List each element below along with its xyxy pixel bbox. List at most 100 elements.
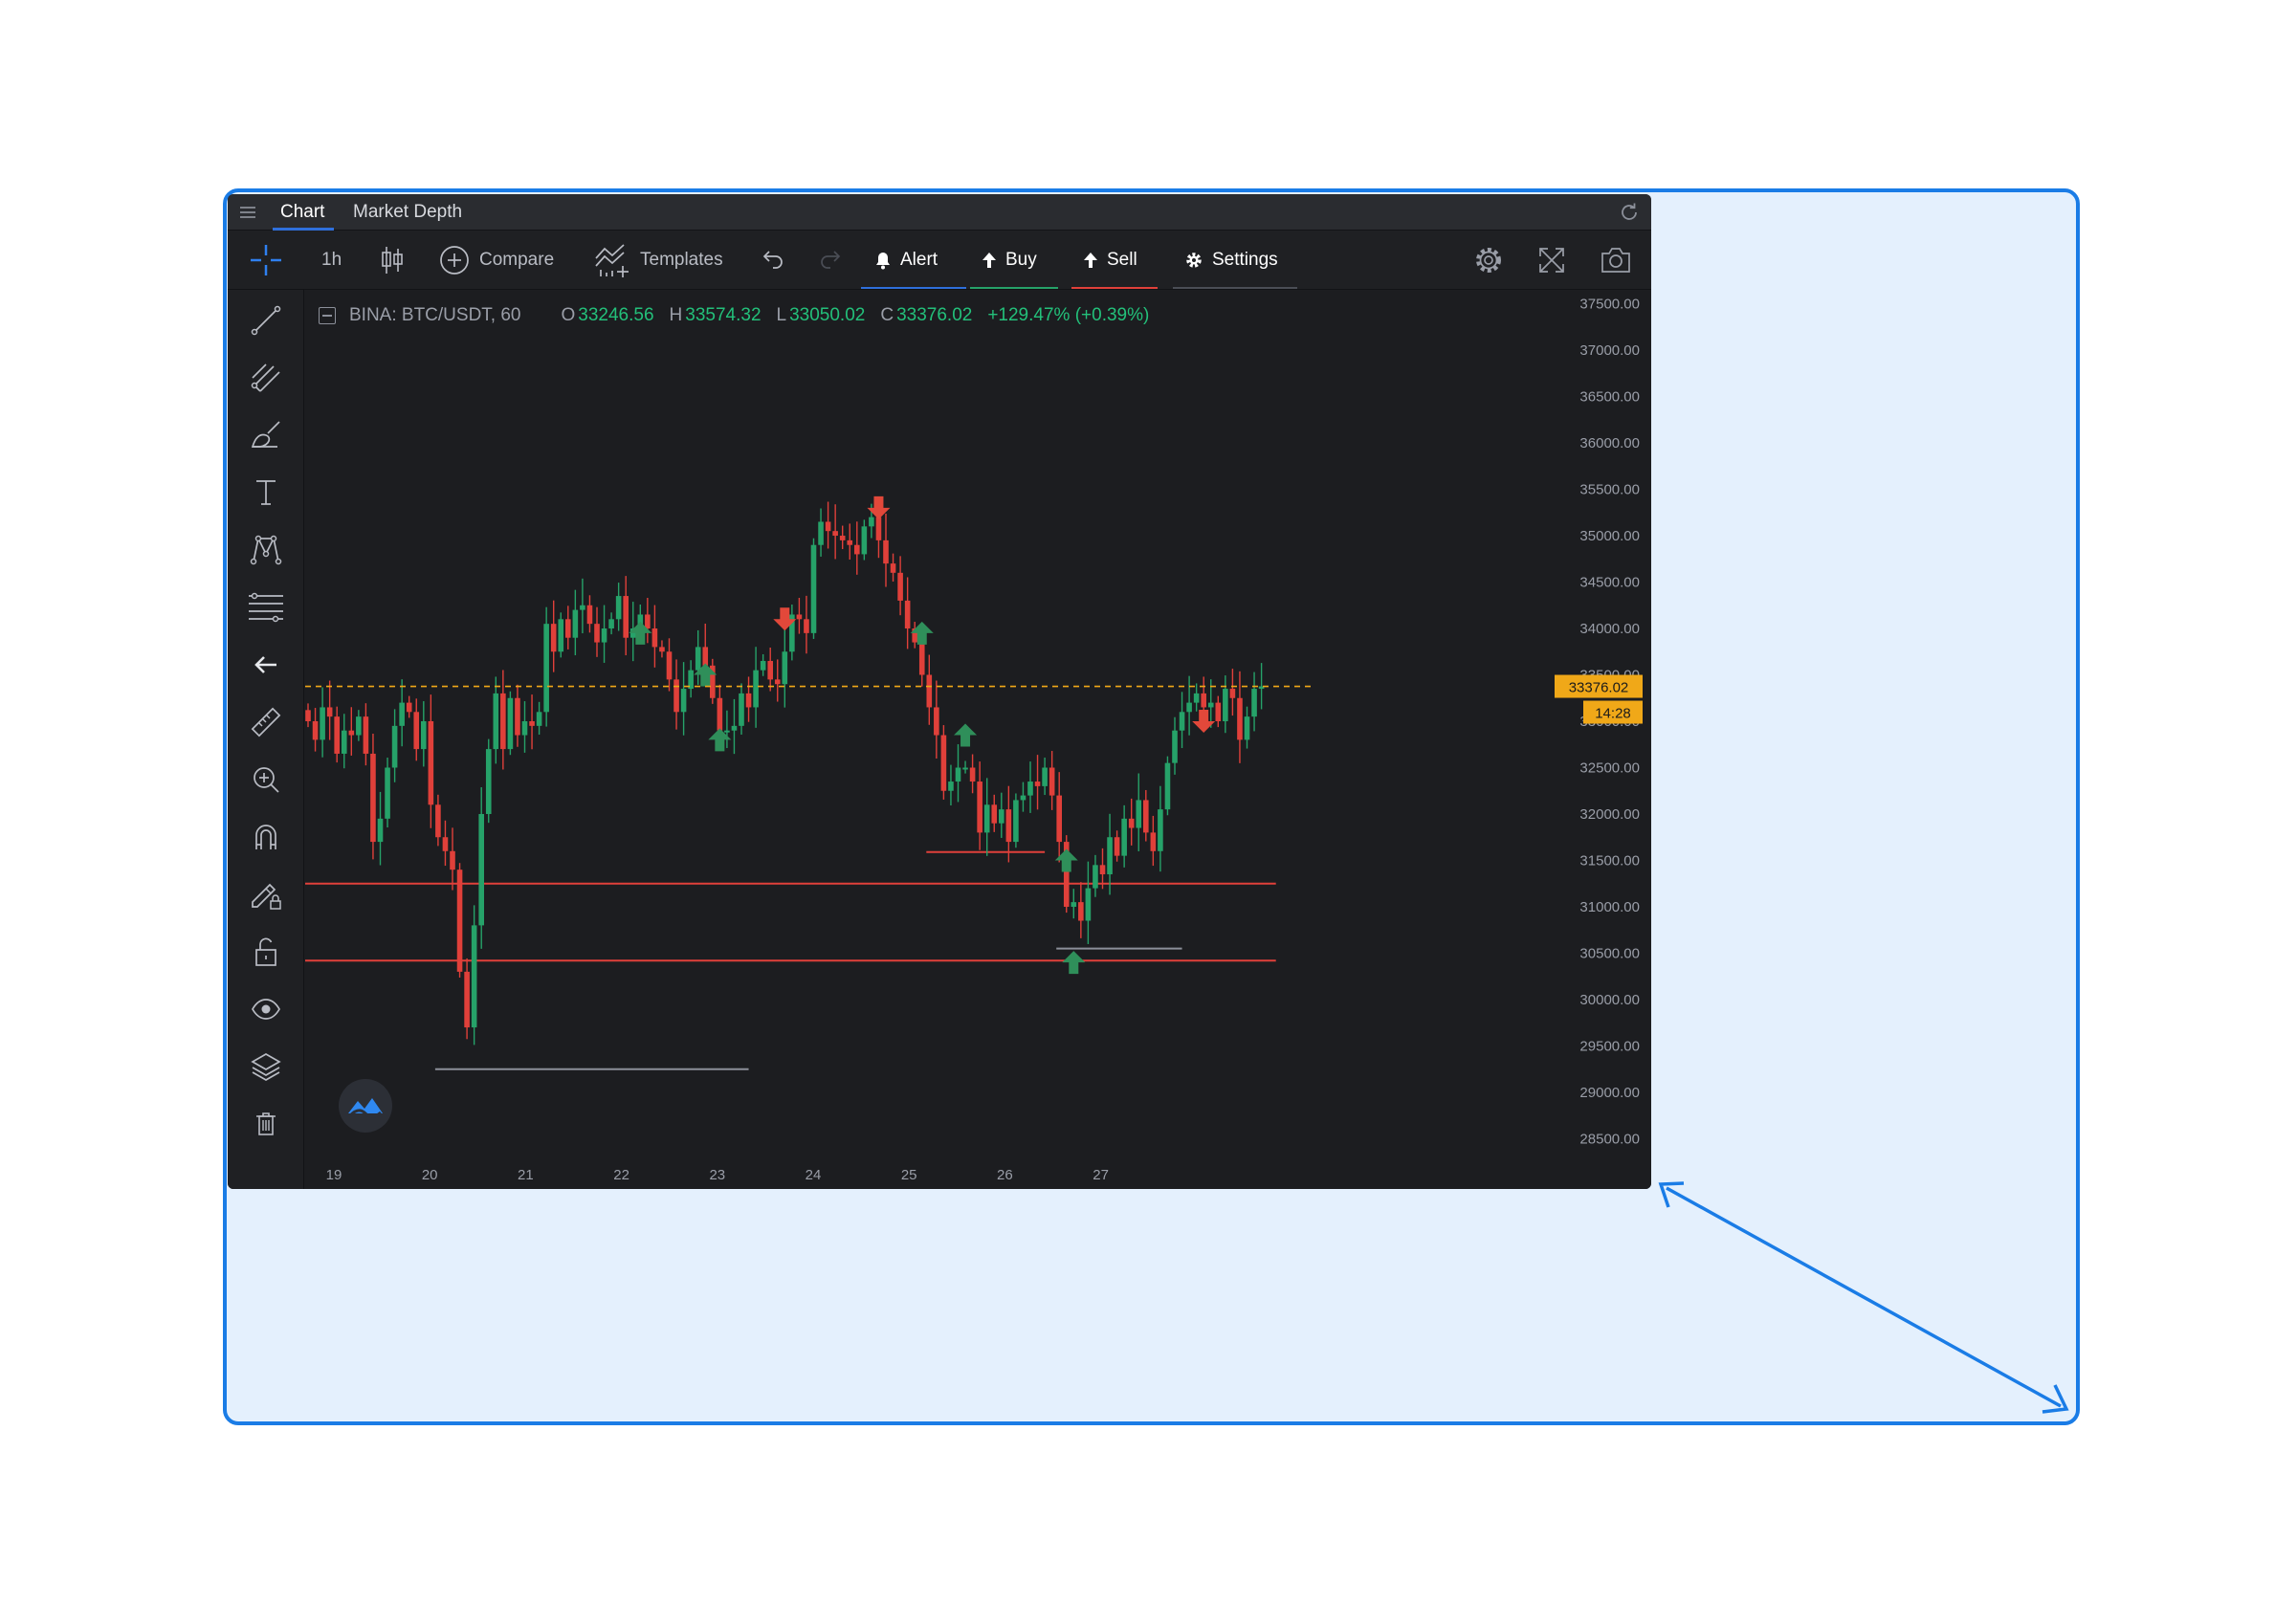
candle-up[interactable]	[1020, 781, 1027, 812]
candle-down[interactable]	[804, 595, 809, 654]
candle-up[interactable]	[1186, 675, 1192, 736]
buy-button[interactable]: Buy	[982, 231, 1037, 290]
candle-down[interactable]	[413, 698, 420, 761]
back-button[interactable]	[247, 646, 285, 684]
candle-up[interactable]	[536, 701, 542, 736]
pitchfork-tool[interactable]	[247, 359, 285, 397]
candle-down[interactable]	[890, 553, 896, 582]
candle-down[interactable]	[348, 707, 355, 756]
candle-down[interactable]	[1150, 815, 1157, 867]
candle-down[interactable]	[1237, 671, 1243, 763]
candle-up[interactable]	[391, 709, 398, 782]
candle-up[interactable]	[601, 605, 607, 663]
candle-down[interactable]	[796, 598, 803, 634]
candle-up[interactable]	[1179, 692, 1185, 749]
candle-down[interactable]	[594, 606, 600, 657]
lock-drawing-tool[interactable]	[247, 875, 285, 914]
candle-down[interactable]	[464, 958, 470, 1040]
candle-down[interactable]	[651, 605, 658, 668]
candle-down[interactable]	[897, 556, 903, 616]
candle-down[interactable]	[565, 605, 571, 649]
fullscreen-button[interactable]	[1536, 231, 1567, 290]
candle-down[interactable]	[550, 600, 557, 672]
candle-up[interactable]	[724, 710, 730, 749]
candle-down[interactable]	[450, 827, 455, 891]
candle-up[interactable]	[543, 606, 549, 727]
candle-down[interactable]	[940, 725, 947, 800]
pattern-tool[interactable]	[247, 531, 285, 569]
sell-marker[interactable]	[1192, 710, 1216, 733]
candle-up[interactable]	[493, 676, 499, 764]
candle-down[interactable]	[969, 754, 976, 794]
chart-type-button[interactable]	[379, 231, 406, 290]
price-chart[interactable]: 37500.00 37000.00 36500.00 36000.00 35500.00…	[305, 290, 1651, 1189]
candle-down[interactable]	[1229, 669, 1236, 716]
candle-down[interactable]	[659, 640, 665, 658]
interval-button[interactable]: 1h	[321, 231, 342, 290]
visibility-tool[interactable]	[247, 990, 285, 1028]
candle-down[interactable]	[745, 676, 752, 722]
unlock-tool[interactable]	[247, 933, 285, 971]
candle-down[interactable]	[442, 820, 449, 867]
collapse-legend-icon[interactable]	[319, 307, 336, 324]
settings-text-button[interactable]: Settings	[1184, 231, 1278, 290]
candle-up[interactable]	[999, 792, 1004, 838]
candle-up[interactable]	[1013, 793, 1019, 848]
candle-down[interactable]	[645, 598, 651, 644]
candle-down[interactable]	[883, 513, 889, 587]
crosshair-tool[interactable]	[247, 231, 285, 290]
candle-down[interactable]	[710, 658, 716, 704]
candle-up[interactable]	[962, 760, 968, 774]
candle-down[interactable]	[774, 659, 781, 702]
measure-tool[interactable]	[247, 703, 285, 741]
candle-down[interactable]	[305, 703, 311, 728]
candle-up[interactable]	[1085, 861, 1092, 944]
candle-down[interactable]	[1056, 772, 1062, 863]
chart-settings-button[interactable]	[1472, 231, 1505, 290]
candle-down[interactable]	[435, 794, 441, 847]
candle-down[interactable]	[847, 523, 853, 560]
candle-down[interactable]	[312, 708, 319, 752]
candle-down[interactable]	[363, 703, 369, 766]
candle-up[interactable]	[1158, 785, 1163, 872]
candle-down[interactable]	[1063, 835, 1070, 914]
candle-up[interactable]	[399, 679, 405, 747]
candle-down[interactable]	[334, 706, 340, 763]
fib-tool[interactable]	[247, 588, 285, 627]
buy-marker[interactable]	[1054, 848, 1078, 872]
candle-down[interactable]	[839, 525, 846, 550]
candle-down[interactable]	[623, 576, 629, 656]
candle-up[interactable]	[421, 701, 427, 767]
resize-arrow-icon[interactable]	[1655, 1177, 2076, 1425]
candle-down[interactable]	[529, 694, 535, 750]
candle-up[interactable]	[760, 653, 766, 676]
compare-button[interactable]: Compare	[438, 231, 554, 290]
candle-down[interactable]	[500, 670, 506, 770]
candle-up[interactable]	[320, 687, 325, 758]
candle-up[interactable]	[861, 519, 868, 561]
screenshot-button[interactable]	[1600, 231, 1632, 290]
candle-up[interactable]	[385, 758, 390, 828]
candle-up[interactable]	[1093, 854, 1098, 897]
zoom-tool[interactable]	[247, 760, 285, 799]
candle-down[interactable]	[370, 733, 376, 860]
candle-down[interactable]	[673, 659, 679, 730]
candle-up[interactable]	[1244, 706, 1250, 749]
candle-up[interactable]	[521, 701, 528, 753]
candle-up[interactable]	[615, 583, 622, 631]
candle-down[interactable]	[406, 695, 412, 718]
candle-up[interactable]	[739, 683, 744, 736]
sell-marker[interactable]	[867, 495, 891, 519]
tab-chart[interactable]: Chart	[272, 194, 336, 231]
candle-up[interactable]	[608, 612, 614, 635]
trend-line-tool[interactable]	[247, 301, 285, 340]
candle-up[interactable]	[955, 744, 961, 803]
candle-down[interactable]	[767, 647, 773, 692]
candle-down[interactable]	[1078, 882, 1084, 938]
candle-up[interactable]	[580, 578, 585, 634]
redo-button[interactable]	[817, 231, 844, 290]
buy-marker[interactable]	[1062, 951, 1086, 975]
candle-down[interactable]	[1034, 755, 1041, 810]
candle-up[interactable]	[1136, 773, 1142, 851]
candle-down[interactable]	[326, 680, 333, 740]
